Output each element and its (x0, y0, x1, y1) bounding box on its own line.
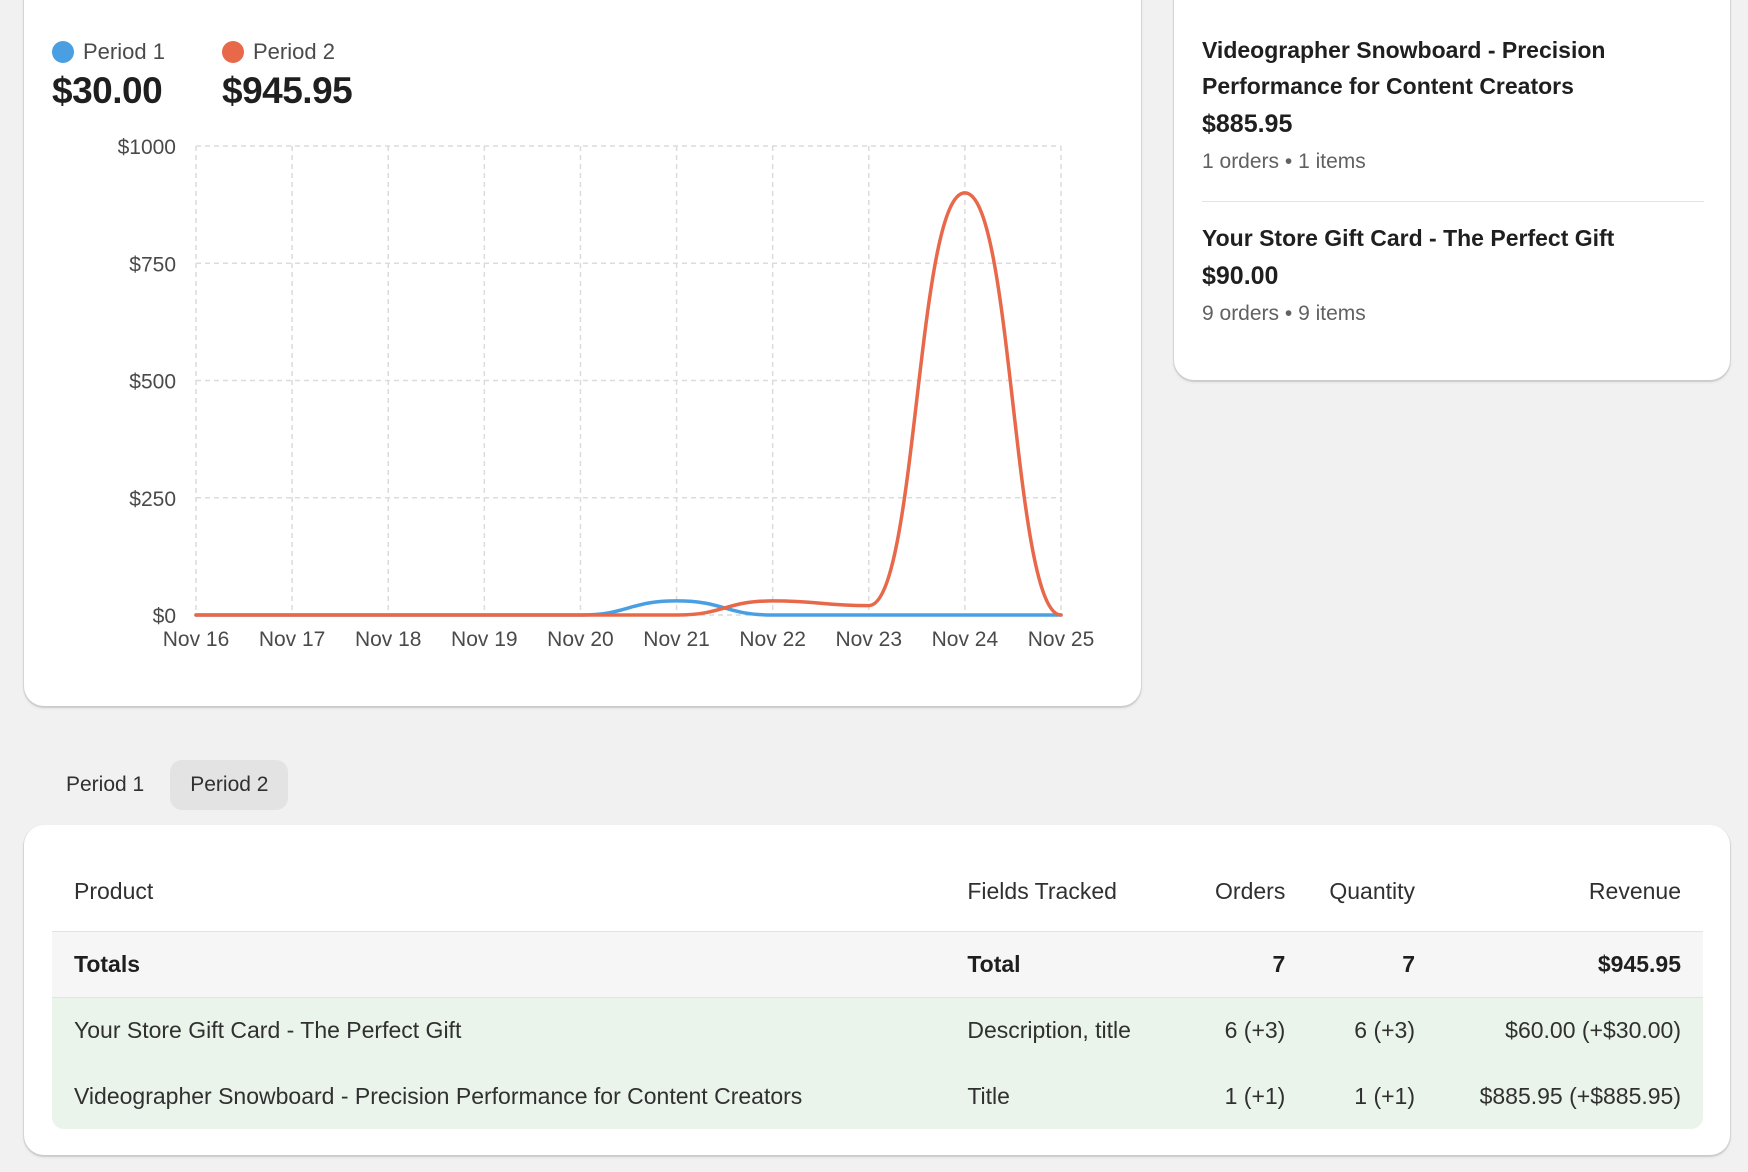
totals-orders: 7 (1177, 930, 1308, 998)
column-header-orders[interactable]: Orders (1177, 853, 1307, 931)
row-revenue: $60.00 (+$30.00) (1437, 997, 1703, 1063)
product-items: 1 items (1298, 150, 1366, 173)
totals-label: Totals (52, 930, 946, 998)
tab-period-1[interactable]: Period 1 (46, 760, 164, 810)
x-tick-label: Nov 20 (547, 628, 614, 651)
product-orders: 9 orders (1202, 302, 1280, 325)
product-title: Videographer Snowboard - Precision Perfo… (1202, 37, 1606, 99)
x-tick-label: Nov 25 (1028, 628, 1095, 651)
meta-separator: • (1284, 150, 1293, 173)
product-meta: 1 orders • 1 items (1202, 150, 1702, 174)
row-quantity: 6 (+3) (1307, 997, 1437, 1063)
divider (1202, 201, 1704, 202)
y-tick-label: $250 (129, 488, 176, 511)
sales-chart-card: Period 1 $30.00 Period 2 $945.95 $0 $250 $… (24, 0, 1141, 706)
series-line (194, 191, 1063, 617)
row-quantity: 1 (+1) (1307, 1063, 1437, 1129)
y-tick-label: $500 (129, 371, 176, 394)
series-line (194, 599, 1063, 617)
tab-period-2[interactable]: Period 2 (170, 760, 289, 810)
meta-separator: • (1284, 302, 1293, 325)
y-tick-label: $1000 (118, 136, 176, 159)
product-items: 9 items (1298, 302, 1366, 325)
totals-row: Totals Total 7 7 $945.95 (52, 930, 1703, 998)
x-tick-label: Nov 17 (259, 628, 326, 651)
table-row[interactable]: Your Store Gift Card - The Perfect Gift … (52, 997, 1703, 1063)
y-tick-label: $0 (153, 605, 176, 628)
line-chart: $0 $250 $500 $750 $1000 Nov 16 Nov 17 Nov 18 Nov… (118, 136, 1095, 651)
column-header-revenue[interactable]: Revenue (1437, 853, 1703, 931)
row-product: Videographer Snowboard - Precision Perfo… (52, 1063, 946, 1129)
top-product-item[interactable]: Your Store Gift Card - The Perfect Gift … (1202, 220, 1702, 326)
row-fields: Description, title (945, 997, 1178, 1063)
row-fields: Title (945, 1063, 1178, 1129)
product-price: $90.00 (1202, 262, 1279, 290)
x-tick-label: Nov 21 (643, 628, 710, 651)
top-product-item[interactable]: Videographer Snowboard - Precision Perfo… (1202, 32, 1702, 174)
product-meta: 9 orders • 9 items (1202, 302, 1702, 326)
period-tabs: Period 1 Period 2 (46, 760, 289, 810)
products-table-card: Product Fields Tracked Orders Quantity R… (24, 825, 1730, 1155)
row-product: Your Store Gift Card - The Perfect Gift (52, 997, 946, 1063)
x-tick-label: Nov 24 (932, 628, 999, 651)
column-header-product[interactable]: Product (52, 853, 945, 931)
row-orders: 6 (+3) (1177, 997, 1308, 1063)
row-revenue: $885.95 (+$885.95) (1437, 1063, 1703, 1129)
x-tick-label: Nov 19 (451, 628, 518, 651)
column-header-fields[interactable]: Fields Tracked (945, 853, 1177, 931)
totals-fields: Total (945, 930, 1178, 998)
top-products-card: Videographer Snowboard - Precision Perfo… (1174, 0, 1730, 380)
x-tick-label: Nov 23 (836, 628, 903, 651)
y-tick-label: $750 (129, 253, 176, 276)
x-tick-label: Nov 16 (163, 628, 230, 651)
product-orders: 1 orders (1202, 150, 1280, 173)
totals-revenue: $945.95 (1437, 930, 1703, 998)
row-orders: 1 (+1) (1177, 1063, 1308, 1129)
product-price: $885.95 (1202, 110, 1293, 138)
products-table: Product Fields Tracked Orders Quantity R… (52, 853, 1703, 1129)
product-title: Your Store Gift Card - The Perfect Gift (1202, 225, 1615, 251)
x-tick-label: Nov 18 (355, 628, 422, 651)
table-row[interactable]: Videographer Snowboard - Precision Perfo… (52, 1063, 1703, 1129)
column-header-quantity[interactable]: Quantity (1307, 853, 1437, 931)
x-tick-label: Nov 22 (739, 628, 806, 651)
table-header-row: Product Fields Tracked Orders Quantity R… (52, 853, 1703, 931)
totals-quantity: 7 (1307, 930, 1437, 998)
